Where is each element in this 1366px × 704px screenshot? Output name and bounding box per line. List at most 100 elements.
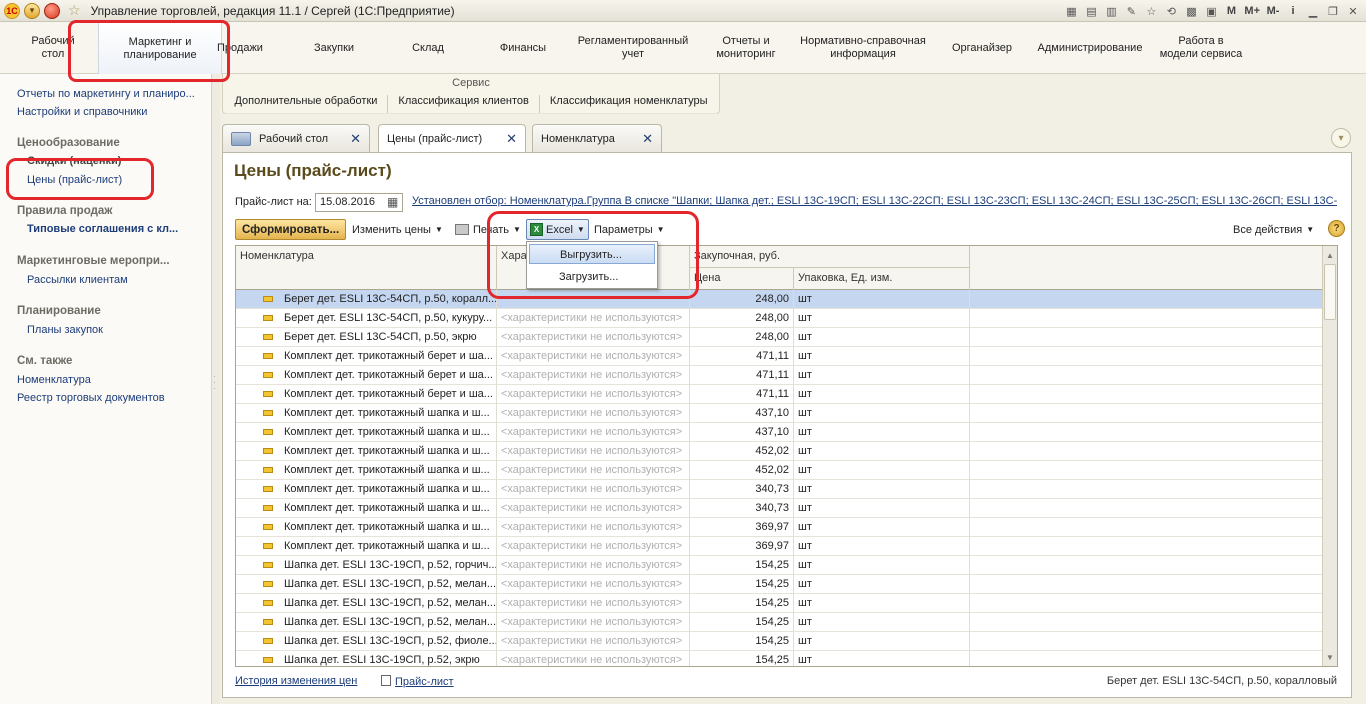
cell-nomenclature[interactable]: Берет дет. ESLI 13С-54СП, р.50, экрю: [280, 328, 497, 347]
cell-characteristic[interactable]: <характеристики не используются>: [497, 632, 690, 651]
add-favorite-icon[interactable]: ☆: [1144, 5, 1158, 18]
favorites-star-icon[interactable]: ☆: [68, 2, 81, 19]
section-marketing[interactable]: Маркетинг и планирование: [98, 22, 222, 74]
cell-unit[interactable]: шт: [794, 442, 970, 461]
memory-m-button[interactable]: M: [1224, 5, 1238, 17]
cell-price[interactable]: 154,25: [690, 575, 794, 594]
cell-nomenclature[interactable]: Комплект дет. трикотажный шапка и ш...: [280, 461, 497, 480]
column-unit[interactable]: Упаковка, Ед. изм.: [794, 268, 970, 290]
section-desktop[interactable]: Рабочий стол: [18, 22, 88, 74]
cell-nomenclature[interactable]: Комплект дет. трикотажный шапка и ш...: [280, 404, 497, 423]
cell-nomenclature[interactable]: Комплект дет. трикотажный шапка и ш...: [280, 480, 497, 499]
panel-splitter[interactable]: · · ·: [212, 74, 220, 704]
cell-price[interactable]: 452,02: [690, 442, 794, 461]
tab-nomenclature[interactable]: Номенклатура ✕: [532, 124, 662, 152]
cell-price[interactable]: 452,02: [690, 461, 794, 480]
cell-unit[interactable]: шт: [794, 309, 970, 328]
calendar-icon[interactable]: ▣: [1204, 5, 1218, 18]
print-icon[interactable]: ▤: [1084, 5, 1098, 18]
menu-item-import[interactable]: Загрузить...: [529, 267, 655, 287]
cell-unit[interactable]: шт: [794, 423, 970, 442]
price-history-link[interactable]: История изменения цен: [235, 675, 357, 687]
menu-item-export[interactable]: Выгрузить...: [529, 244, 655, 264]
service-nomenclature-classification[interactable]: Классификация номенклатуры: [538, 95, 718, 113]
cell-characteristic[interactable]: <характеристики не используются>: [497, 480, 690, 499]
cell-price[interactable]: 471,11: [690, 366, 794, 385]
cell-nomenclature[interactable]: Комплект дет. трикотажный шапка и ш...: [280, 423, 497, 442]
scroll-thumb[interactable]: [1324, 264, 1336, 320]
cell-characteristic[interactable]: <характеристики не используются>: [497, 366, 690, 385]
table-row[interactable]: Комплект дет. трикотажный берет и ша... <…: [236, 385, 1323, 404]
cell-unit[interactable]: шт: [794, 575, 970, 594]
cell-unit[interactable]: шт: [794, 632, 970, 651]
cell-price[interactable]: 154,25: [690, 556, 794, 575]
cell-nomenclature[interactable]: Комплект дет. трикотажный шапка и ш...: [280, 499, 497, 518]
parameters-button[interactable]: Параметры ▼: [594, 219, 665, 240]
section-regulated-accounting[interactable]: Регламентированный учет: [574, 22, 692, 74]
section-administration[interactable]: Администрирование: [1030, 22, 1150, 74]
nav-item-mailings[interactable]: Рассылки клиентам: [27, 274, 207, 286]
cell-unit[interactable]: шт: [794, 290, 970, 309]
excel-button[interactable]: X Excel ▼: [526, 219, 589, 240]
tab-price-list[interactable]: Цены (прайс-лист) ✕: [378, 124, 526, 153]
memory-minus-button[interactable]: M-: [1266, 5, 1280, 17]
cell-price[interactable]: 369,97: [690, 537, 794, 556]
table-row[interactable]: Комплект дет. трикотажный шапка и ш... <х…: [236, 537, 1323, 556]
change-prices-button[interactable]: Изменить цены ▼: [352, 219, 443, 240]
cell-price[interactable]: 340,73: [690, 499, 794, 518]
table-row[interactable]: Комплект дет. трикотажный шапка и ш... <х…: [236, 499, 1323, 518]
1c-logo-icon[interactable]: 1C: [4, 2, 20, 19]
table-row[interactable]: Шапка дет. ESLI 13С-19СП, р.52, мелан...…: [236, 575, 1323, 594]
scroll-down-icon[interactable]: ▼: [1323, 650, 1337, 664]
vertical-scrollbar[interactable]: ▲ ▼: [1322, 246, 1337, 666]
cell-characteristic[interactable]: <характеристики не используются>: [497, 461, 690, 480]
column-nomenclature[interactable]: Номенклатура: [236, 246, 497, 290]
cell-unit[interactable]: шт: [794, 651, 970, 666]
section-sales[interactable]: Продажи: [205, 22, 275, 74]
print-button[interactable]: Печать ▼: [455, 219, 521, 240]
cell-characteristic[interactable]: <характеристики не используются>: [497, 328, 690, 347]
section-purchases[interactable]: Закупки: [298, 22, 370, 74]
all-actions-button[interactable]: Все действия ▼: [1233, 219, 1314, 240]
section-reference-info[interactable]: Нормативно-справочная информация: [796, 22, 930, 74]
cell-price[interactable]: 340,73: [690, 480, 794, 499]
cell-unit[interactable]: шт: [794, 404, 970, 423]
table-row[interactable]: Шапка дет. ESLI 13С-19СП, р.52, горчич..…: [236, 556, 1323, 575]
cell-price[interactable]: 154,25: [690, 632, 794, 651]
nav-link-trade-documents[interactable]: Реестр торговых документов: [17, 392, 207, 404]
nav-item-discounts[interactable]: Скидки (наценки): [27, 155, 207, 167]
cell-unit[interactable]: шт: [794, 366, 970, 385]
cell-nomenclature[interactable]: Берет дет. ESLI 13С-54СП, р.50, коралл..…: [280, 290, 497, 309]
table-row[interactable]: Берет дет. ESLI 13С-54СП, р.50, кукуру..…: [236, 309, 1323, 328]
cell-unit[interactable]: шт: [794, 480, 970, 499]
table-row[interactable]: Комплект дет. трикотажный шапка и ш... <х…: [236, 518, 1323, 537]
close-app-icon[interactable]: [44, 2, 60, 19]
cell-characteristic[interactable]: <характеристики не используются>: [497, 347, 690, 366]
cell-unit[interactable]: шт: [794, 461, 970, 480]
table-row[interactable]: Шапка дет. ESLI 13С-19СП, р.52, мелан...…: [236, 594, 1323, 613]
table-row[interactable]: Шапка дет. ESLI 13С-19СП, р.52, экрю <хар…: [236, 651, 1323, 666]
info-icon[interactable]: i: [1286, 5, 1300, 17]
cell-unit[interactable]: шт: [794, 537, 970, 556]
cell-unit[interactable]: шт: [794, 518, 970, 537]
table-row[interactable]: Берет дет. ESLI 13С-54СП, р.50, экрю <хар…: [236, 328, 1323, 347]
cell-characteristic[interactable]: <характеристики не используются>: [497, 575, 690, 594]
cell-price[interactable]: 471,11: [690, 347, 794, 366]
calendar-picker-icon[interactable]: ▦: [387, 195, 398, 209]
cell-characteristic[interactable]: <характеристики не используются>: [497, 613, 690, 632]
cell-nomenclature[interactable]: Шапка дет. ESLI 13С-19СП, р.52, фиоле...: [280, 632, 497, 651]
filter-link[interactable]: Установлен отбор: Номенклатура.Группа В …: [412, 195, 1337, 207]
minimize-icon[interactable]: ▁: [1306, 5, 1320, 18]
service-client-classification[interactable]: Классификация клиентов: [387, 95, 538, 113]
cell-characteristic[interactable]: <характеристики не используются>: [497, 556, 690, 575]
cell-price[interactable]: 248,00: [690, 290, 794, 309]
nav-link-nomenclature[interactable]: Номенклатура: [17, 374, 207, 386]
generate-button[interactable]: Сформировать...: [235, 219, 347, 240]
cell-unit[interactable]: шт: [794, 385, 970, 404]
collapse-panel-icon[interactable]: ▾: [1331, 128, 1351, 148]
nav-item-standard-agreements[interactable]: Типовые соглашения с кл...: [27, 223, 207, 235]
cell-characteristic[interactable]: [497, 290, 690, 309]
nav-link-settings[interactable]: Настройки и справочники: [17, 106, 207, 118]
table-row[interactable]: Шапка дет. ESLI 13С-19СП, р.52, мелан...…: [236, 613, 1323, 632]
close-tab-icon[interactable]: ✕: [350, 131, 361, 147]
